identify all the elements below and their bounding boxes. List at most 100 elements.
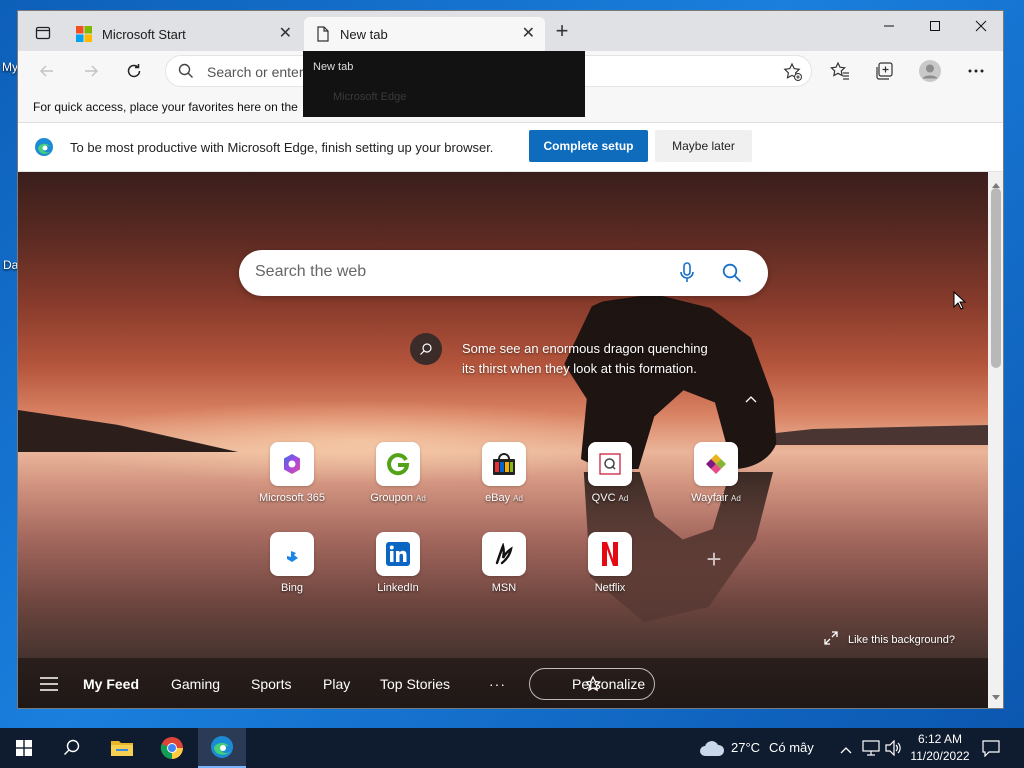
ebay-icon	[482, 442, 526, 486]
tab-microsoft-start[interactable]: Microsoft Start ✕	[66, 17, 302, 51]
like-background-link[interactable]: Like this background?	[824, 631, 955, 648]
refresh-icon[interactable]	[119, 57, 149, 85]
taskbar-search-icon[interactable]	[48, 728, 96, 768]
tab-title: New tab	[340, 26, 388, 42]
microsoft-logo-icon	[76, 26, 92, 42]
tile-label: LinkedIn	[377, 582, 419, 594]
add-favorite-icon[interactable]	[783, 62, 803, 87]
close-tab-icon[interactable]: ✕	[522, 26, 535, 42]
quick-link-msn[interactable]: MSN	[459, 532, 549, 612]
feed-tab-play[interactable]: Play	[323, 676, 350, 692]
tab-actions-icon[interactable]	[28, 19, 58, 47]
chrome-icon[interactable]	[148, 728, 196, 768]
feed-navigation-bar: My Feed Gaming Sports Play Top Stories ·…	[18, 658, 988, 708]
tile-label: Netflix	[594, 582, 626, 594]
scroll-down-icon[interactable]	[992, 688, 1000, 706]
tab-hover-preview: New tab Microsoft Edge	[303, 51, 585, 117]
weather-cloud-icon[interactable]	[699, 738, 725, 763]
taskbar: 27°C Có mây 6:12 AM 11/20/2022	[0, 728, 1024, 768]
web-search-box[interactable]	[239, 250, 768, 296]
scrollbar-thumb[interactable]	[991, 188, 1001, 368]
bing-icon	[270, 532, 314, 576]
file-explorer-icon[interactable]	[98, 728, 146, 768]
image-info-button[interactable]	[410, 333, 442, 365]
tab-title: Microsoft Start	[102, 26, 186, 42]
expand-icon	[824, 631, 838, 648]
feed-tab-top-stories[interactable]: Top Stories	[380, 676, 450, 692]
edge-taskbar-icon[interactable]	[198, 728, 246, 768]
desktop-icon-label[interactable]: My	[2, 60, 18, 74]
setup-message: To be most productive with Microsoft Edg…	[70, 140, 494, 155]
show-hidden-icons-icon[interactable]	[840, 742, 852, 760]
netflix-icon	[588, 532, 632, 576]
notifications-icon[interactable]	[982, 739, 1000, 762]
feed-tab-gaming[interactable]: Gaming	[171, 676, 220, 692]
microsoft-365-icon	[270, 442, 314, 486]
quick-link-groupon[interactable]: Groupon Ad	[353, 442, 443, 522]
microphone-icon[interactable]	[675, 261, 699, 285]
quick-link-qvc[interactable]: QVC Ad	[565, 442, 655, 522]
groupon-icon	[376, 442, 420, 486]
favorites-hint: For quick access, place your favorites h…	[33, 100, 298, 114]
minimize-button[interactable]	[866, 11, 912, 41]
background-hill	[18, 410, 238, 452]
sparkle-star-icon	[584, 675, 604, 698]
tile-label: Groupon Ad	[370, 492, 426, 504]
web-search-input[interactable]	[255, 263, 635, 281]
tile-label: eBay Ad	[485, 492, 523, 504]
tile-label: MSN	[491, 582, 517, 594]
new-tab-button[interactable]: +	[547, 17, 577, 45]
complete-setup-button[interactable]: Complete setup	[529, 130, 648, 162]
tile-label: Microsoft 365	[258, 492, 326, 504]
system-clock[interactable]: 6:12 AM 11/20/2022	[900, 731, 980, 765]
quick-link-ebay[interactable]: eBay Ad	[459, 442, 549, 522]
quick-link-linkedin[interactable]: LinkedIn	[353, 532, 443, 612]
clock-time: 6:12 AM	[917, 732, 963, 746]
wayfair-icon	[694, 442, 738, 486]
close-window-button[interactable]	[958, 11, 1003, 41]
forward-icon[interactable]	[76, 57, 106, 85]
network-icon[interactable]	[862, 740, 880, 761]
maybe-later-button[interactable]: Maybe later	[655, 130, 752, 162]
search-icon	[178, 63, 194, 84]
weather-temperature[interactable]: 27°C	[731, 740, 760, 755]
feed-tab-sports[interactable]: Sports	[251, 676, 291, 692]
close-tab-icon[interactable]: ✕	[279, 26, 292, 42]
edge-logo-icon	[34, 137, 54, 162]
tile-label: Bing	[280, 582, 304, 594]
linkedin-icon	[376, 532, 420, 576]
page-scrollbar[interactable]	[988, 172, 1003, 708]
page-icon	[316, 26, 330, 42]
weather-condition[interactable]: Có mây	[769, 740, 814, 755]
quick-link-bing[interactable]: Bing	[247, 532, 337, 612]
back-icon[interactable]	[32, 57, 62, 85]
feed-tab-my-feed[interactable]: My Feed	[83, 676, 139, 692]
favorites-icon[interactable]	[826, 57, 854, 85]
msn-icon	[482, 532, 526, 576]
start-button[interactable]	[0, 728, 48, 768]
image-caption: Some see an enormous dragon quenching it…	[462, 341, 708, 376]
maximize-button[interactable]	[912, 11, 958, 41]
personalize-button[interactable]: Personalize	[529, 668, 655, 700]
tab-new-tab[interactable]: New tab ✕	[304, 17, 545, 51]
collections-icon[interactable]	[870, 57, 898, 85]
browser-window: Microsoft Start ✕ New tab ✕ + Search or …	[17, 10, 1004, 709]
more-options-icon[interactable]	[962, 57, 990, 85]
mouse-cursor-icon	[953, 290, 967, 316]
add-shortcut-button[interactable]: +	[702, 546, 726, 572]
qvc-icon	[588, 442, 632, 486]
chevron-up-icon[interactable]	[742, 391, 760, 409]
personalize-label: Personalize	[572, 676, 646, 692]
preview-subtitle: Microsoft Edge	[333, 91, 407, 103]
feed-more-icon[interactable]: ···	[489, 676, 506, 692]
quick-link-wayfair[interactable]: Wayfair Ad	[671, 442, 761, 522]
like-background-text: Like this background?	[848, 633, 956, 646]
search-icon[interactable]	[720, 261, 744, 285]
clock-date: 11/20/2022	[910, 749, 970, 763]
quick-link-netflix[interactable]: Netflix	[565, 532, 655, 612]
quick-link-microsoft-365[interactable]: Microsoft 365	[247, 442, 337, 522]
preview-title: New tab	[313, 61, 354, 73]
tile-label: Wayfair Ad	[691, 492, 741, 504]
profile-avatar-icon[interactable]	[916, 57, 944, 85]
hamburger-menu-icon[interactable]	[40, 677, 58, 696]
